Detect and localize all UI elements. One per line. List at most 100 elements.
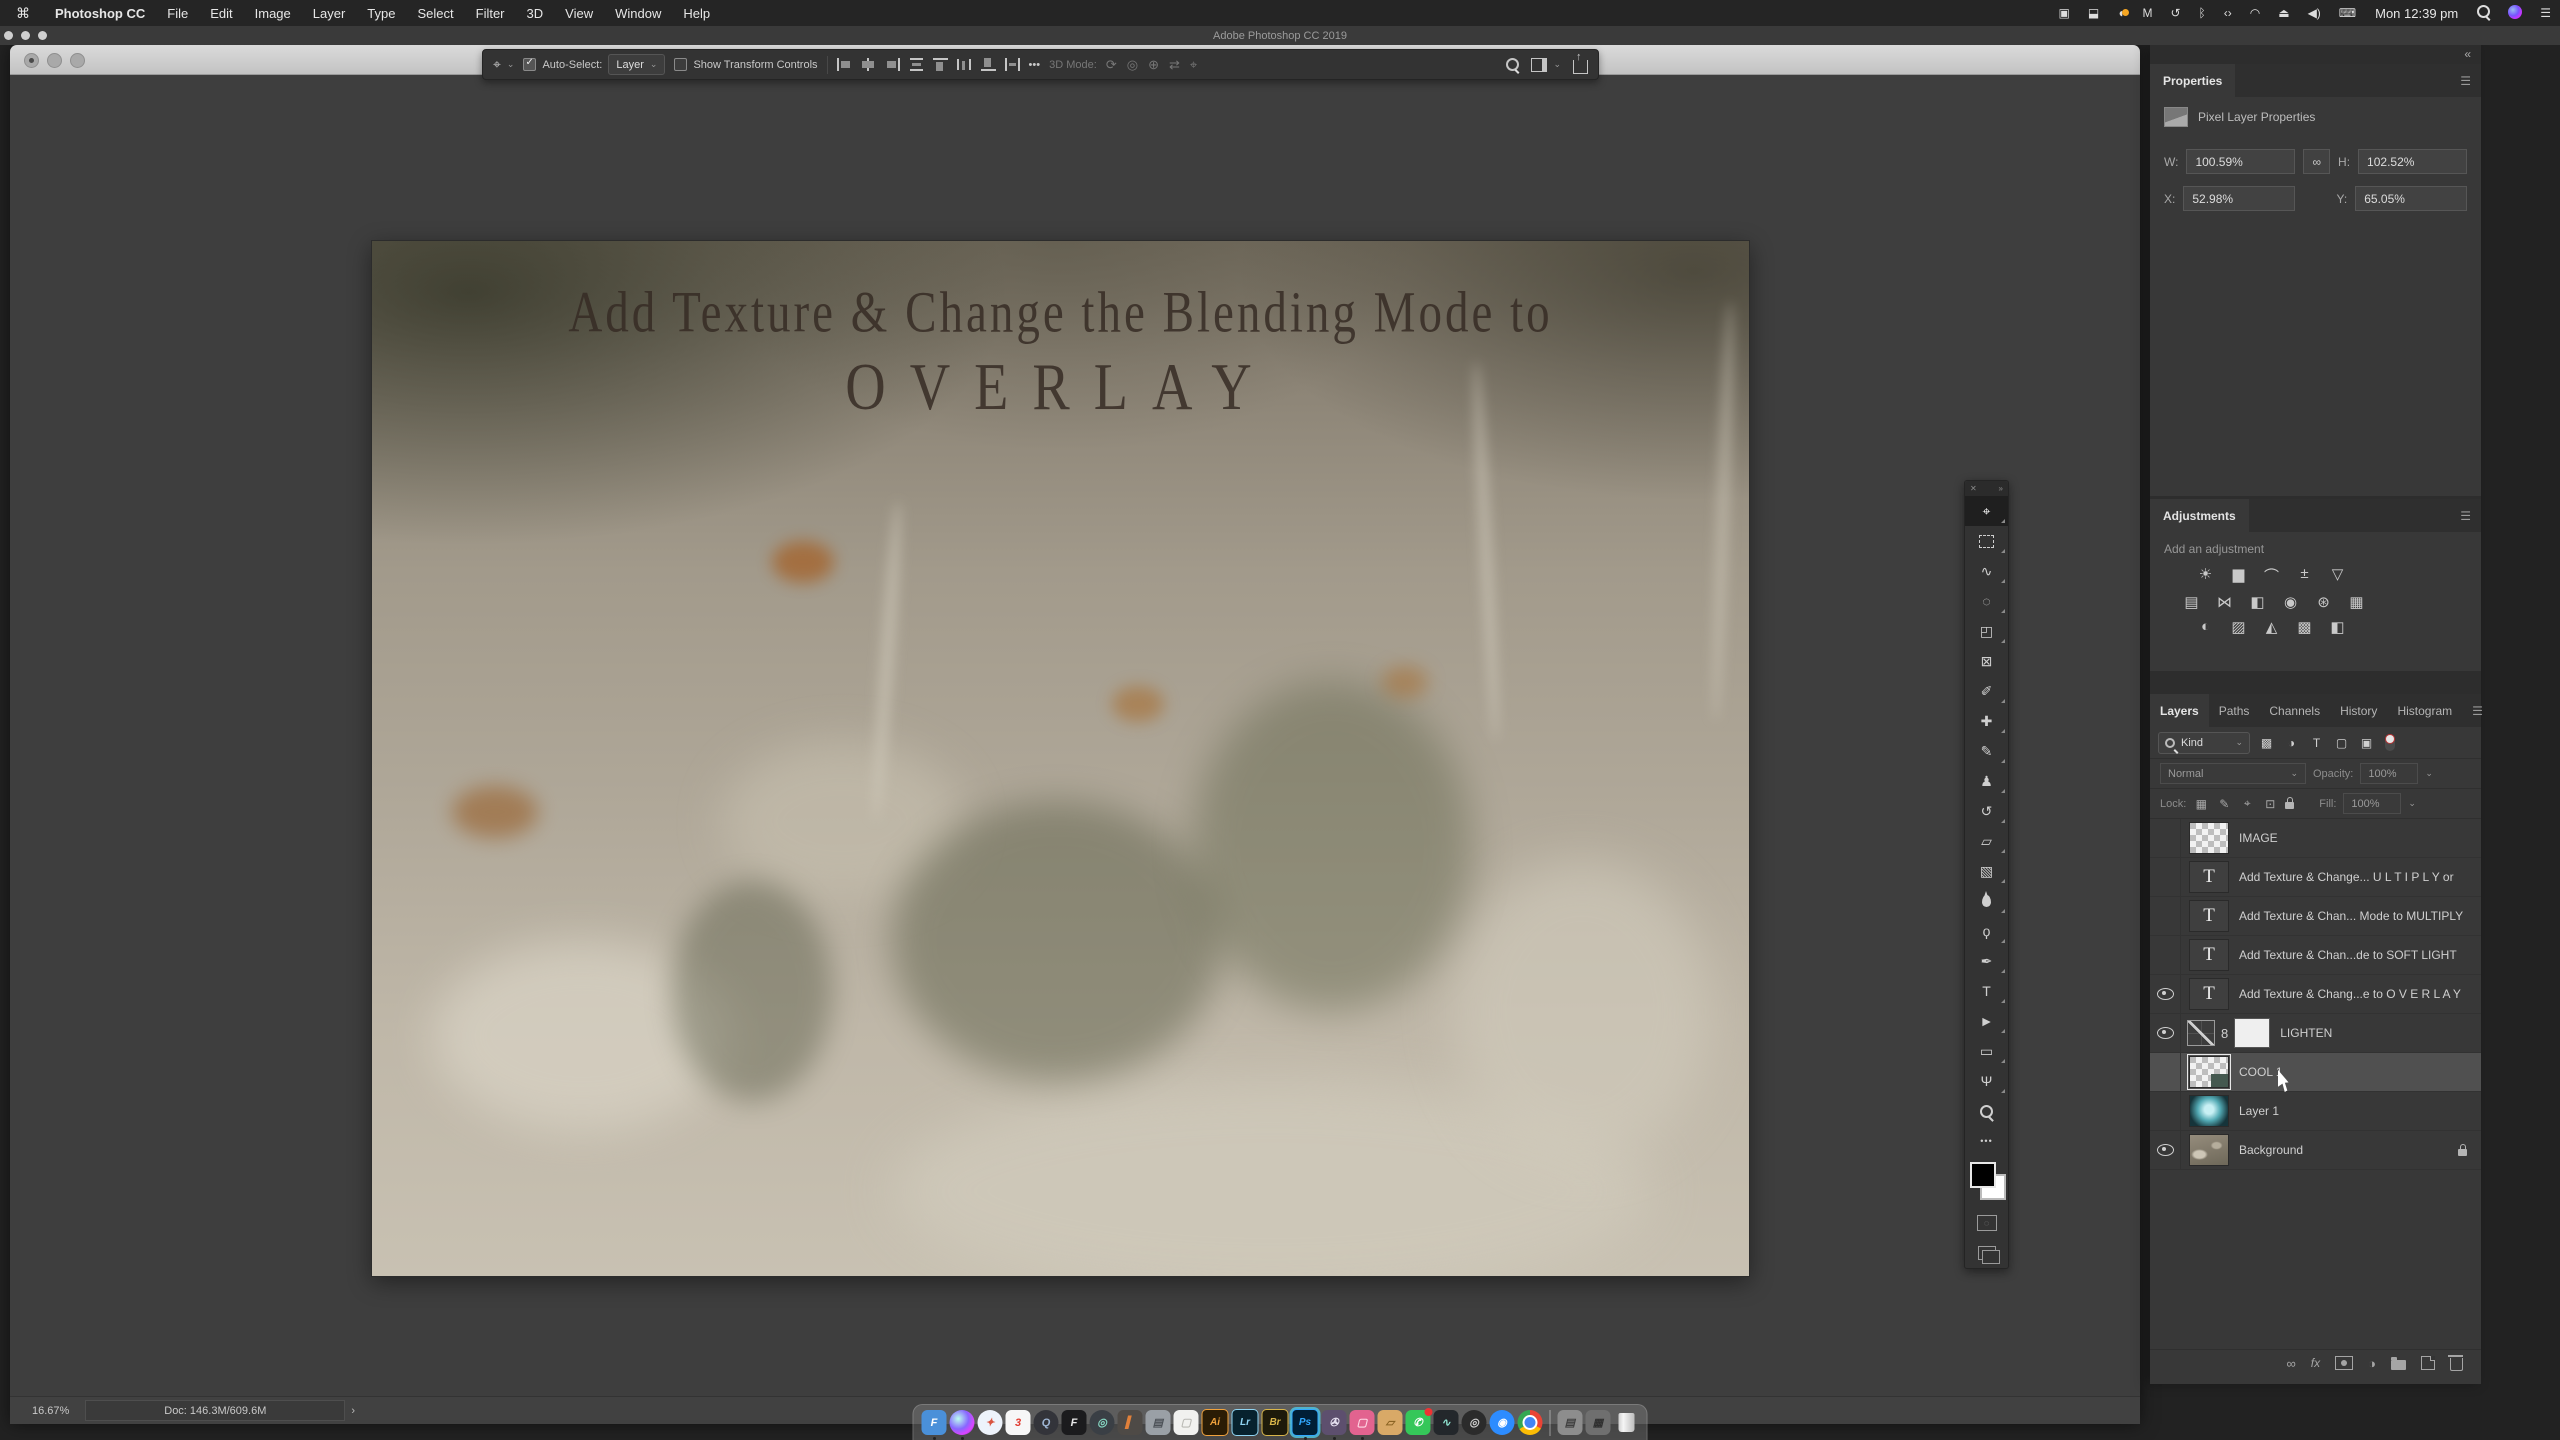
visibility-toggle[interactable]	[2150, 975, 2181, 1013]
vibrance-icon[interactable]: ▽	[2328, 565, 2347, 586]
visibility-toggle[interactable]	[2150, 858, 2181, 896]
quicktime-icon[interactable]: Q	[1033, 1410, 1059, 1435]
y-field[interactable]: 65.05%	[2355, 186, 2467, 211]
color-lookup-icon[interactable]: ▦	[2347, 593, 2366, 611]
new-adjustment-layer-icon[interactable]: ◑	[2368, 1356, 2376, 1371]
layer-row-text-overlay[interactable]: T Add Texture & Chang...e to O V E R L A…	[2150, 975, 2481, 1014]
filter-pixel-icon[interactable]: ▩	[2258, 736, 2275, 750]
height-field[interactable]: 102.52%	[2358, 149, 2467, 174]
healing-brush-tool[interactable]: ✚	[1965, 706, 2008, 736]
illustrator-icon[interactable]: Ai	[1201, 1409, 1229, 1436]
foreground-color-swatch[interactable]	[1970, 1162, 1996, 1188]
move-tool-icon[interactable]: ⌖	[493, 56, 501, 73]
align-top-icon[interactable]	[932, 58, 948, 71]
spotlight-search-icon[interactable]	[2468, 5, 2499, 21]
align-center-h-icon[interactable]	[861, 58, 876, 71]
selective-color-icon[interactable]: ◧	[2328, 618, 2347, 636]
dodge-tool[interactable]: ϙ	[1965, 916, 2008, 946]
messages-icon[interactable]: ✆	[1405, 1408, 1433, 1435]
collapse-panels-icon[interactable]: «	[2464, 47, 2471, 61]
align-left-icon[interactable]	[836, 58, 852, 71]
type-layer-icon[interactable]: T	[2189, 900, 2229, 932]
volume-icon[interactable]: ◀)	[2299, 6, 2330, 20]
filter-smart-object-icon[interactable]: ▣	[2358, 736, 2375, 750]
doc-size-info[interactable]: Doc: 146.3M/609.6M	[85, 1400, 346, 1421]
history-brush-tool[interactable]: ↺	[1965, 796, 2008, 826]
lock-all-icon[interactable]	[2285, 797, 2295, 809]
3d-orbit-icon[interactable]: ⟳	[1106, 57, 1117, 73]
bridge-icon[interactable]: Br	[1261, 1409, 1289, 1436]
close-icon[interactable]: ✕	[1970, 484, 1977, 493]
visibility-toggle[interactable]	[2150, 936, 2181, 974]
channel-mixer-icon[interactable]: ⊛	[2314, 593, 2333, 611]
auto-select-checkbox[interactable]	[523, 57, 537, 71]
distribute-horizontal-icon[interactable]	[956, 58, 972, 71]
notebook-icon[interactable]: ▍	[1117, 1410, 1143, 1435]
layer-filter-toggle[interactable]	[2385, 734, 2395, 751]
edit-toolbar-button[interactable]: •••	[1965, 1126, 2008, 1156]
menu-view[interactable]: View	[554, 6, 604, 21]
lock-transparency-icon[interactable]: ▦	[2193, 797, 2209, 811]
lock-position-icon[interactable]: ⌖	[2239, 796, 2255, 811]
layer-row-lighten[interactable]: 8 LIGHTEN	[2150, 1014, 2481, 1053]
downloads-stack-icon[interactable]: ▤	[1557, 1410, 1583, 1435]
blend-mode-dropdown[interactable]: Normal ⌄	[2160, 763, 2306, 784]
visibility-toggle[interactable]	[2150, 1053, 2181, 1091]
clone-stamp-tool[interactable]: ♟	[1965, 766, 2008, 796]
filter-type-icon[interactable]: T	[2308, 736, 2325, 750]
distribute-vertical-icon[interactable]	[909, 58, 924, 71]
frame-tool[interactable]: ⊠	[1965, 646, 2008, 676]
audio-app-icon[interactable]: ∿	[1433, 1410, 1459, 1435]
safari-icon[interactable]: ✦	[977, 1410, 1003, 1435]
menu-type[interactable]: Type	[356, 6, 406, 21]
status-chevron-icon[interactable]: ›	[351, 1405, 355, 1417]
delete-layer-icon[interactable]	[2448, 1355, 2463, 1371]
minimize-button[interactable]	[47, 53, 62, 68]
tab-histogram[interactable]: Histogram	[2387, 694, 2462, 727]
color-balance-icon[interactable]: ⋈	[2215, 593, 2234, 611]
zoom-button[interactable]	[70, 53, 85, 68]
tab-adjustments[interactable]: Adjustments	[2150, 499, 2249, 532]
bluetooth-icon[interactable]: ᛒ	[2190, 6, 2215, 20]
path-selection-tool[interactable]: ►	[1965, 1006, 2008, 1036]
document-window-controls[interactable]	[24, 53, 85, 68]
collapse-icon[interactable]: »	[1999, 484, 2003, 493]
mask-link-icon[interactable]: 8	[2221, 1026, 2228, 1041]
hue-saturation-icon[interactable]: ▤	[2182, 593, 2201, 611]
menu-select[interactable]: Select	[406, 6, 464, 21]
panel-menu-icon[interactable]: ☰	[2462, 704, 2493, 718]
distribute-spacing-icon[interactable]	[1004, 58, 1020, 71]
folder-docs-icon[interactable]: ▱	[1377, 1410, 1403, 1435]
type-layer-icon[interactable]: T	[2189, 861, 2229, 893]
align-right-icon[interactable]	[885, 58, 900, 71]
pink-app-icon[interactable]: ▢	[1349, 1410, 1375, 1435]
time-machine-icon[interactable]: ↺	[2161, 6, 2189, 20]
layer-row-layer1[interactable]: Layer 1	[2150, 1092, 2481, 1131]
layer-row-background[interactable]: Background	[2150, 1131, 2481, 1170]
trash-icon[interactable]	[1614, 1410, 1639, 1435]
layer-row-image[interactable]: IMAGE	[2150, 819, 2481, 858]
zoom-tool[interactable]	[1965, 1096, 2008, 1126]
menu-layer[interactable]: Layer	[302, 6, 357, 21]
3d-pan-icon[interactable]: ⊕	[1148, 57, 1159, 73]
type-layer-icon[interactable]: T	[2189, 978, 2229, 1010]
lens-app-icon[interactable]: ◎	[1461, 1410, 1487, 1435]
visibility-toggle[interactable]	[2150, 819, 2181, 857]
workspace-switcher-icon[interactable]	[1531, 57, 1548, 72]
type-tool[interactable]: T	[1965, 976, 2008, 1006]
new-group-icon[interactable]	[2391, 1356, 2406, 1370]
filter-shape-icon[interactable]: ▢	[2333, 736, 2350, 750]
layer-filter-dropdown[interactable]: Kind ⌄	[2158, 731, 2250, 754]
menu-image[interactable]: Image	[244, 6, 302, 21]
screen-record-icon[interactable]: ▣	[2050, 6, 2079, 20]
f-app-icon[interactable]: F	[1061, 1410, 1087, 1435]
tool-preset-chevron-icon[interactable]: ⌄	[507, 59, 515, 70]
levels-icon[interactable]: ▆	[2229, 565, 2248, 586]
3d-roll-icon[interactable]: ◎	[1127, 57, 1138, 73]
background-lock-icon[interactable]	[2458, 1143, 2467, 1156]
menubar-clock[interactable]: Mon 12:39 pm	[2365, 6, 2468, 21]
screen-mode-button[interactable]	[1965, 1238, 2008, 1268]
aperture-icon[interactable]: ◎	[1089, 1410, 1115, 1435]
panel-menu-icon[interactable]: ☰	[2450, 509, 2481, 523]
pages-icon[interactable]: ▢	[1173, 1410, 1199, 1435]
